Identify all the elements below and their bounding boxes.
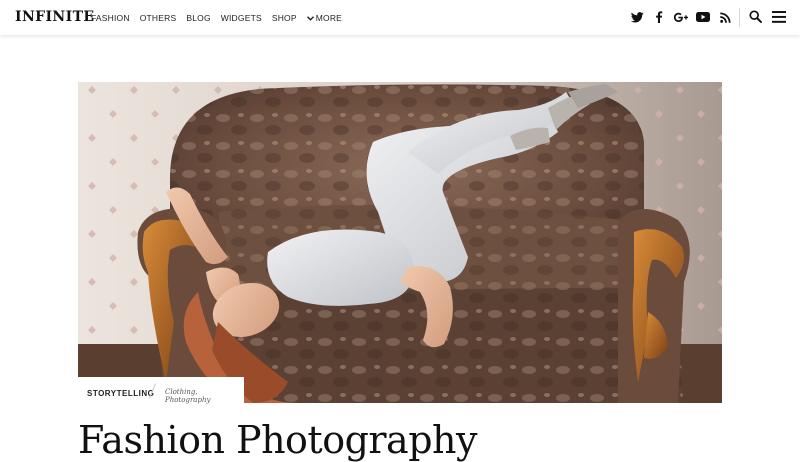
nav-more-label: MORE xyxy=(315,13,343,23)
post-tags[interactable]: Clothing, Photography xyxy=(165,388,244,404)
post-title[interactable]: Fashion Photography xyxy=(78,418,477,462)
nav-item-more[interactable]: MORE xyxy=(306,13,343,23)
post-category-box: STORYTELLING Clothing, Photography xyxy=(78,377,244,404)
google-plus-icon[interactable] xyxy=(674,10,688,24)
main-nav: FASHION OTHERS BLOG WIDGETS SHOP MORE xyxy=(91,13,342,23)
rss-icon[interactable] xyxy=(718,10,732,24)
facebook-icon[interactable] xyxy=(652,10,666,24)
search-icon[interactable] xyxy=(749,10,762,23)
nav-item-blog[interactable]: BLOG xyxy=(186,13,210,23)
post-category[interactable]: STORYTELLING xyxy=(87,389,154,398)
nav-item-widgets[interactable]: WIDGETS xyxy=(221,13,262,23)
youtube-icon[interactable] xyxy=(696,10,710,24)
twitter-icon[interactable] xyxy=(630,10,644,24)
menu-icon[interactable] xyxy=(772,11,786,23)
nav-item-shop[interactable]: SHOP xyxy=(272,13,297,23)
nav-item-others[interactable]: OTHERS xyxy=(140,13,177,23)
site-header: INFINITE FASHION OTHERS BLOG WIDGETS SHO… xyxy=(0,0,800,35)
chevron-down-icon xyxy=(306,15,314,21)
nav-item-fashion[interactable]: FASHION xyxy=(91,13,130,23)
header-divider xyxy=(739,8,740,27)
site-logo[interactable]: INFINITE xyxy=(15,9,94,25)
featured-image[interactable] xyxy=(78,82,722,403)
social-links xyxy=(630,10,732,24)
